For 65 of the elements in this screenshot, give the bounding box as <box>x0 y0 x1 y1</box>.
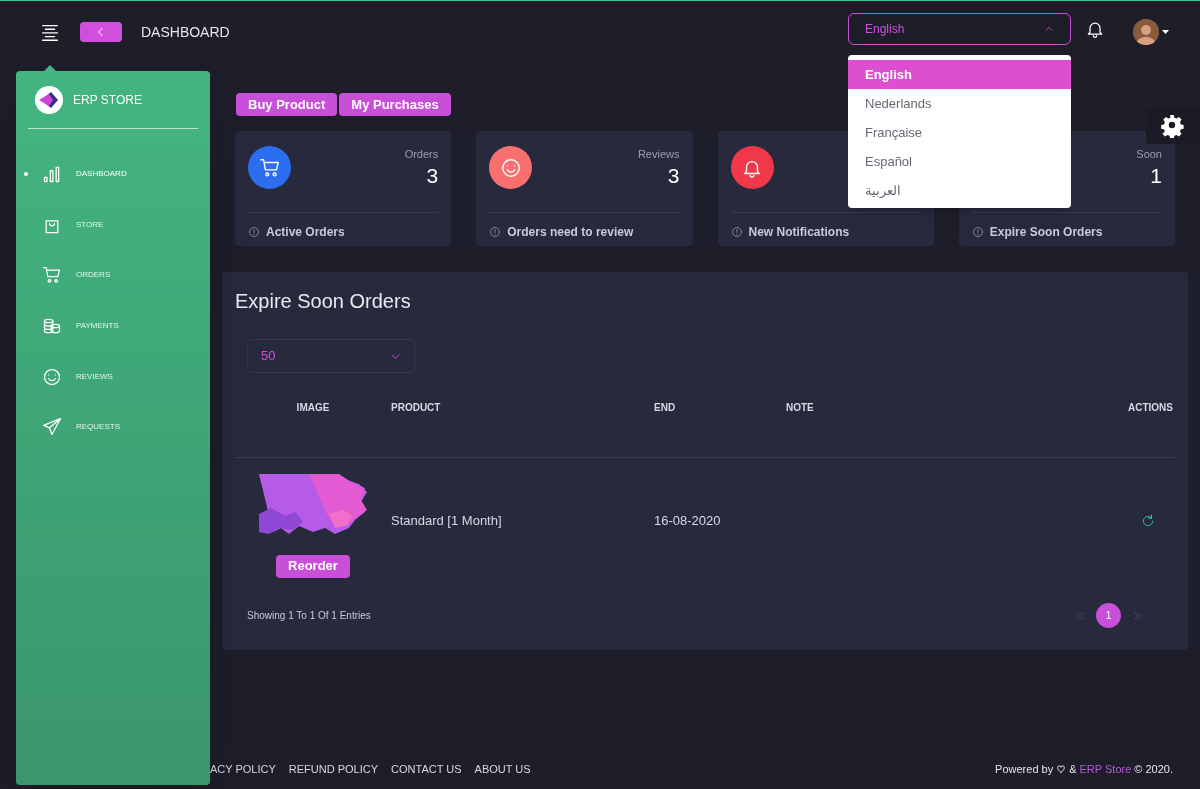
stat-label: Soon <box>1136 147 1162 162</box>
language-option[interactable]: Nederlands <box>848 89 1071 118</box>
smiley-icon <box>499 156 522 179</box>
column-header: ACTIONS <box>1127 401 1174 415</box>
sidebar-item[interactable]: PAYMENTS <box>16 300 210 352</box>
column-header: IMAGE <box>295 401 331 415</box>
language-option[interactable]: Française <box>848 118 1071 147</box>
sidebar-item[interactable]: REVIEWS <box>16 351 210 402</box>
menu-pointer <box>44 65 56 71</box>
credit-text: & <box>1069 762 1077 777</box>
avatar[interactable] <box>1133 19 1159 45</box>
stat-caption: Expire Soon Orders <box>989 224 1103 241</box>
stat-value: 1 <box>1150 162 1162 189</box>
table-cell-text: 16-08-2020 <box>654 511 722 530</box>
sidebar-item[interactable]: DASHBOARD <box>16 149 210 200</box>
info-icon <box>248 226 260 238</box>
footer-link[interactable]: ABOUT US <box>474 761 531 778</box>
credit-text: Powered by <box>995 762 1054 777</box>
logo-icon <box>35 85 63 114</box>
page-button[interactable]: 1 <box>1096 603 1121 628</box>
bar-chart-icon <box>42 164 62 185</box>
info-icon <box>971 226 984 238</box>
refresh-icon[interactable] <box>1141 513 1155 528</box>
caret-icon <box>1044 24 1054 34</box>
column-header: PRODUCT <box>391 401 442 415</box>
panel-title: Expire Soon Orders <box>235 289 412 314</box>
stat-value: 3 <box>426 162 439 189</box>
column-header: NOTE <box>786 401 815 415</box>
sidebar-item[interactable]: STORE <box>16 199 210 251</box>
entries-summary: Showing 1 To 1 Of 1 Entries <box>247 609 371 623</box>
paper-plane-icon <box>42 417 62 438</box>
smiley-icon <box>42 366 62 387</box>
sidebar-item[interactable]: ORDERS <box>16 250 210 301</box>
credit-text: © 2020. <box>1134 762 1173 777</box>
settings-icon <box>1160 114 1184 138</box>
settings-tab[interactable] <box>1146 108 1200 144</box>
language-option[interactable]: العربية <box>848 176 1071 205</box>
stat-value: 3 <box>667 162 680 189</box>
stat-caption: New Notifications <box>748 224 850 241</box>
heart-icon <box>1056 764 1067 775</box>
column-header: END <box>654 401 677 415</box>
footer-link[interactable]: REFUND POLICY <box>288 761 379 778</box>
action-button[interactable]: My Purchases <box>339 93 451 116</box>
caret-icon[interactable] <box>1162 30 1169 35</box>
reorder-button[interactable]: Reorder <box>276 554 350 578</box>
cart-icon <box>258 156 281 179</box>
stat-label: Reviews <box>637 147 680 162</box>
info-icon <box>489 226 502 238</box>
info-icon <box>730 226 743 238</box>
language-option[interactable]: English <box>848 60 1071 89</box>
footer-link[interactable]: ACY POLICY <box>210 761 276 778</box>
stat-caption: Orders need to review <box>507 224 634 241</box>
footer-link[interactable]: CONTACT US <box>391 761 462 778</box>
cart-icon <box>42 265 62 286</box>
page-size-select[interactable]: 50 <box>247 339 415 373</box>
page-title: DASHBOARD <box>141 22 230 42</box>
stat-label: Orders <box>404 147 439 162</box>
brand-name: ERP STORE <box>73 91 142 109</box>
language-select[interactable]: English <box>848 13 1071 45</box>
action-button[interactable]: Buy Product <box>236 93 338 116</box>
language-option[interactable]: Español <box>848 147 1071 176</box>
table-cell-text: Standard [1 Month] <box>391 511 503 530</box>
brand-link[interactable]: ERP Store <box>1079 761 1132 778</box>
sidebar-item[interactable]: REQUESTS <box>16 401 210 453</box>
stat-caption: Active Orders <box>266 224 345 241</box>
